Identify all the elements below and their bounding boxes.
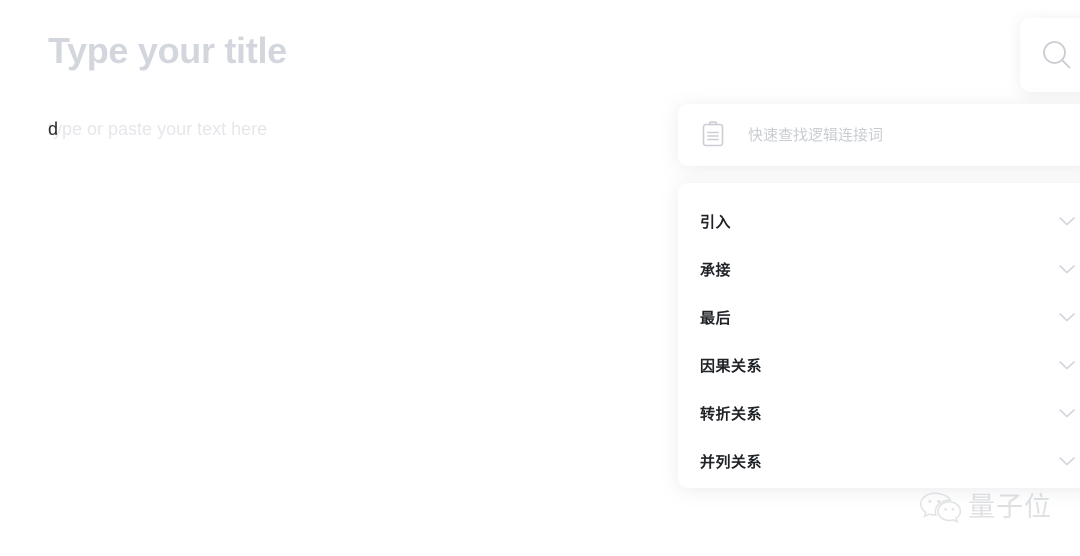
logic-category-item-3[interactable]: 因果关系	[700, 341, 1076, 389]
logic-category-label: 最后	[700, 309, 732, 327]
logic-category-label: 引入	[700, 213, 732, 231]
chevron-down-icon[interactable]	[1058, 263, 1076, 275]
watermark: 量子位	[918, 490, 1052, 524]
document-editor[interactable]: Type your title type or paste your text …	[0, 0, 700, 556]
logic-search-card[interactable]	[678, 104, 1080, 166]
search-button-card[interactable]	[1020, 18, 1080, 92]
logic-category-list: 引入 承接 最后 因果关系 转折关系 并列关系	[678, 183, 1080, 488]
logic-search-input[interactable]	[748, 126, 1048, 144]
logic-category-item-1[interactable]: 承接	[700, 245, 1076, 293]
wechat-icon	[918, 490, 962, 524]
clipboard-icon	[700, 121, 726, 149]
logic-category-item-2[interactable]: 最后	[700, 293, 1076, 341]
search-icon[interactable]	[1040, 38, 1074, 72]
logic-category-label: 承接	[700, 261, 732, 279]
logic-category-label: 并列关系	[700, 453, 763, 471]
logic-connector-panel: 引入 承接 最后 因果关系	[678, 104, 1080, 488]
chevron-down-icon[interactable]	[1058, 215, 1076, 227]
title-placeholder[interactable]: Type your title	[48, 28, 287, 74]
body-placeholder: type or paste your text here	[48, 119, 268, 139]
logic-category-item-5[interactable]: 并列关系	[700, 437, 1076, 485]
chevron-down-icon[interactable]	[1058, 455, 1076, 467]
logic-category-label: 转折关系	[700, 405, 763, 423]
chevron-down-icon[interactable]	[1058, 311, 1076, 323]
logic-category-label: 因果关系	[700, 357, 763, 375]
watermark-text: 量子位	[968, 492, 1052, 522]
body-typed-text: d	[48, 119, 59, 139]
chevron-down-icon[interactable]	[1058, 407, 1076, 419]
chevron-down-icon[interactable]	[1058, 359, 1076, 371]
logic-category-item-0[interactable]: 引入	[700, 197, 1076, 245]
logic-category-item-4[interactable]: 转折关系	[700, 389, 1076, 437]
